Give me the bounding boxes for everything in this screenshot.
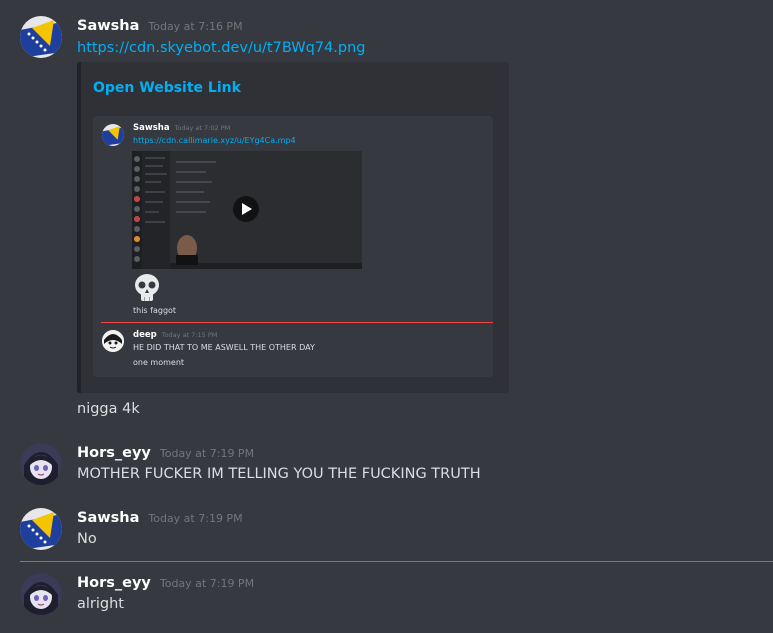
message-2: Hors_eyy Today at 7:19 PM MOTHER FUCKER I… <box>0 442 773 492</box>
username-text[interactable]: Sawsha <box>77 18 139 34</box>
message-4: Hors_eyy Today at 7:19 PM alright <box>0 572 773 627</box>
username-text[interactable]: Hors_eyy <box>77 575 151 591</box>
anime-avatar-icon <box>102 330 124 352</box>
avatar[interactable] <box>20 508 62 550</box>
preview-message-line2: one moment <box>133 358 185 367</box>
message-text: MOTHER FUCKER IM TELLING YOU THE FUCKING… <box>77 466 481 482</box>
username[interactable]: Sawsha Today at 7:16 PM <box>77 18 243 34</box>
preview-username-deep-text: deep <box>133 330 157 340</box>
message-text: alright <box>77 596 124 612</box>
anime-girl-avatar-icon <box>20 443 62 485</box>
link-embed: Open Website Link Sawsha Today at 7:02 PM… <box>77 62 509 393</box>
avatar[interactable] <box>20 16 62 58</box>
avatar[interactable] <box>20 573 62 615</box>
preview-username: Sawsha Today at 7:02 PM <box>133 123 230 133</box>
preview-reaction-text: this faggot <box>133 306 177 315</box>
message-text: nigga 4k <box>77 401 140 417</box>
timestamp: Today at 7:19 PM <box>159 447 255 460</box>
embed-title[interactable]: Open Website Link <box>93 80 241 96</box>
username[interactable]: Hors_eyy Today at 7:19 PM <box>77 445 254 461</box>
anime-girl-avatar-icon <box>20 573 62 615</box>
message-link[interactable]: https://cdn.skyebot.dev/u/t7BWq74.png <box>77 40 365 56</box>
bosnia-flag-avatar-icon <box>20 16 62 58</box>
username-text[interactable]: Sawsha <box>77 510 139 526</box>
timestamp: Today at 7:19 PM <box>148 512 243 525</box>
preview-timestamp: Today at 7:02 PM <box>174 124 231 132</box>
image-link[interactable]: https://cdn.skyebot.dev/u/t7BWq74.png <box>77 40 365 56</box>
bosnia-flag-avatar-icon <box>102 124 124 146</box>
avatar[interactable] <box>20 443 62 485</box>
preview-username-text: Sawsha <box>133 123 170 133</box>
timestamp: Today at 7:16 PM <box>148 20 243 33</box>
username[interactable]: Sawsha Today at 7:19 PM <box>77 510 243 526</box>
bosnia-flag-avatar-icon <box>20 508 62 550</box>
preview-timestamp-deep: Today at 7:15 PM <box>161 331 218 339</box>
preview-video-thumbnail <box>132 151 362 269</box>
timestamp: Today at 7:19 PM <box>159 577 255 590</box>
preview-message-line1: HE DID THAT TO ME ASWELL THE OTHER DAY <box>133 343 315 352</box>
username[interactable]: Hors_eyy Today at 7:19 PM <box>77 575 254 591</box>
message-text: No <box>77 531 97 547</box>
skull-emoji-icon <box>133 273 161 303</box>
preview-avatar <box>102 124 124 146</box>
new-messages-divider <box>20 561 773 562</box>
message-3: Sawsha Today at 7:19 PM No <box>0 507 773 557</box>
preview-new-messages-divider <box>101 322 493 323</box>
message-1: Sawsha Today at 7:16 PM https://cdn.skyeb… <box>0 0 773 430</box>
preview-link: https://cdn.callimarie.xyz/u/EYg4Ca.mp4 <box>133 136 296 145</box>
preview-username-deep: deep Today at 7:15 PM <box>133 330 217 340</box>
preview-avatar-deep <box>102 330 124 352</box>
username-text[interactable]: Hors_eyy <box>77 445 151 461</box>
discord-screenshot-thumbnail-icon <box>132 151 362 269</box>
embed-screenshot-image[interactable]: Sawsha Today at 7:02 PM https://cdn.calli… <box>93 116 493 377</box>
